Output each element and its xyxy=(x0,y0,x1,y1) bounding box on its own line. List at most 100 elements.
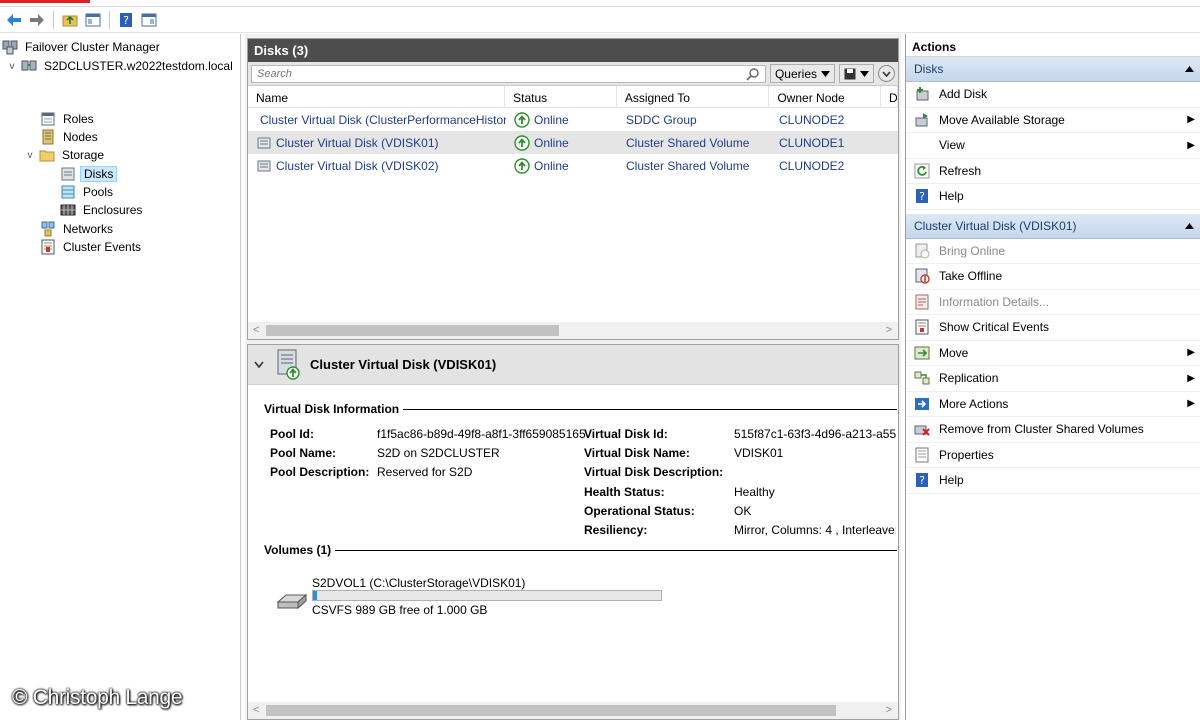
action-bring-online[interactable]: Bring Online xyxy=(906,239,1200,264)
action-refresh[interactable]: Refresh xyxy=(906,159,1200,184)
action-label: Refresh xyxy=(939,163,982,178)
console-frame: Failover Cluster Manager v S2DCLUSTER.w2… xyxy=(0,34,1200,720)
toolbar: ? xyxy=(0,7,1200,33)
enclosures-icon xyxy=(60,204,76,216)
table-row-selected[interactable]: Cluster Virtual Disk (VDISK01) Online Cl… xyxy=(248,131,898,154)
group-title: Disks xyxy=(914,62,944,76)
section-title: Virtual Disk Information xyxy=(264,402,400,416)
disk-name: Cluster Virtual Disk (ClusterPerformance… xyxy=(260,112,506,127)
details-header[interactable]: Cluster Virtual Disk (VDISK01) xyxy=(248,345,898,385)
action-properties[interactable]: Properties xyxy=(906,443,1200,468)
action-information-details[interactable]: Information Details... xyxy=(906,290,1200,315)
tree-item-label: Networks xyxy=(63,222,114,236)
action-move[interactable]: Move ▶ xyxy=(906,341,1200,366)
disk-owner-node: CLUNODE1 xyxy=(779,135,845,150)
networks-icon xyxy=(41,221,55,237)
online-status-icon xyxy=(514,134,530,151)
save-query-button[interactable] xyxy=(839,64,874,83)
column-header-name[interactable]: Name xyxy=(248,86,506,107)
collapse-caret-icon[interactable] xyxy=(1185,222,1194,229)
scroll-left-icon[interactable]: < xyxy=(253,704,259,716)
action-help-disk[interactable]: ? Help xyxy=(906,468,1200,494)
horizontal-scrollbar[interactable]: < > xyxy=(248,322,898,339)
volume-usage-fill xyxy=(313,591,318,600)
scrollbar-thumb[interactable] xyxy=(266,705,836,716)
disks-panel: Disks (3) Queries xyxy=(247,38,899,340)
tree-item-label: Cluster Events xyxy=(63,240,142,254)
volume-name[interactable]: S2DVOL1 (C:\ClusterStorage\VDISK01) xyxy=(312,576,525,590)
details-horizontal-scrollbar[interactable]: < > xyxy=(248,702,898,719)
action-show-critical-events[interactable]: Show Critical Events xyxy=(906,315,1200,341)
action-take-offline[interactable]: Take Offline xyxy=(906,264,1200,290)
table-row[interactable]: Cluster Virtual Disk (VDISK02) Online Cl… xyxy=(248,154,898,177)
dropdown-arrow-icon xyxy=(860,70,869,77)
action-label: Help xyxy=(939,473,964,488)
back-arrow-icon xyxy=(7,13,21,26)
tree-item-failover-cluster-manager[interactable]: Failover Cluster Manager xyxy=(2,38,163,56)
action-add-disk[interactable]: Add Disk xyxy=(906,82,1200,108)
more-actions-icon xyxy=(915,397,929,410)
disk-name: Cluster Virtual Disk (VDISK01) xyxy=(276,135,439,150)
tree-item-roles[interactable]: Roles xyxy=(40,110,97,128)
search-input[interactable] xyxy=(257,67,657,80)
action-view[interactable]: View ▶ xyxy=(906,133,1200,159)
collapse-arrow-icon[interactable]: v xyxy=(24,150,36,161)
back-button[interactable] xyxy=(4,10,24,30)
column-header-status[interactable]: Status xyxy=(505,86,617,107)
column-header-d[interactable]: D xyxy=(881,86,899,107)
storage-folder-icon xyxy=(39,150,55,162)
scroll-right-icon[interactable]: > xyxy=(886,704,892,716)
show-hide-tree-button[interactable] xyxy=(83,10,103,30)
forward-button[interactable] xyxy=(27,10,47,30)
title-strip xyxy=(0,0,1200,7)
tree-item-networks[interactable]: Networks xyxy=(40,220,116,238)
svg-text:?: ? xyxy=(919,190,925,203)
svg-text:?: ? xyxy=(123,14,129,27)
help-icon: ? xyxy=(120,12,132,27)
action-more-actions[interactable]: More Actions ▶ xyxy=(906,392,1200,417)
action-help[interactable]: ? Help xyxy=(906,184,1200,210)
scroll-right-icon[interactable]: > xyxy=(886,324,892,336)
virtual-disk-icon xyxy=(257,137,271,148)
column-header-owner-node[interactable]: Owner Node xyxy=(769,86,882,107)
up-folder-button[interactable] xyxy=(60,10,80,30)
resiliency-value: Mirror, Columns: 4 , Interleave: 25 xyxy=(734,523,896,537)
action-replication[interactable]: Replication ▶ xyxy=(906,366,1200,392)
collapse-panel-button[interactable] xyxy=(878,65,895,82)
group-title: Cluster Virtual Disk (VDISK01) xyxy=(914,218,1077,233)
show-hide-action-pane-button[interactable] xyxy=(139,10,159,30)
remove-icon xyxy=(914,425,930,436)
column-header-assigned-to[interactable]: Assigned To xyxy=(617,86,770,107)
pool-id-label: Pool Id: xyxy=(270,427,314,441)
console-tree: Failover Cluster Manager v S2DCLUSTER.w2… xyxy=(0,34,241,720)
tree-item-storage[interactable]: v Storage xyxy=(24,146,107,164)
actions-group-virtual-disk[interactable]: Cluster Virtual Disk (VDISK01) xyxy=(906,213,1200,239)
tree-item-enclosures[interactable]: Enclosures xyxy=(60,201,145,219)
tree-item-pools[interactable]: Pools xyxy=(60,183,116,201)
help-toolbar-button[interactable]: ? xyxy=(116,10,136,30)
queries-button[interactable]: Queries xyxy=(769,64,835,83)
collapse-caret-icon[interactable] xyxy=(1185,66,1194,72)
collapse-chevron-icon[interactable] xyxy=(254,361,264,368)
table-header: Name Status Assigned To Owner Node D xyxy=(248,86,899,108)
search-box[interactable] xyxy=(251,64,766,83)
tree-item-cluster[interactable]: v S2DCLUSTER.w2022testdom.local xyxy=(6,57,236,75)
tree-item-nodes[interactable]: Nodes xyxy=(40,128,101,146)
tree-item-disks[interactable]: Disks xyxy=(60,165,118,183)
volume-free-space: CSVFS 989 GB free of 1.000 GB xyxy=(312,603,488,617)
search-icon[interactable] xyxy=(746,67,760,81)
tree-item-cluster-events[interactable]: Cluster Events xyxy=(40,238,144,256)
scrollbar-thumb[interactable] xyxy=(266,325,559,336)
actions-group-disks[interactable]: Disks xyxy=(906,57,1200,82)
tree-item-label: Failover Cluster Manager xyxy=(25,40,160,54)
table-row[interactable]: Cluster Virtual Disk (ClusterPerformance… xyxy=(248,108,898,131)
action-move-available-storage[interactable]: Move Available Storage ▶ xyxy=(906,108,1200,133)
disk-status: Online xyxy=(534,135,569,150)
resiliency-label: Resiliency: xyxy=(584,523,648,537)
collapse-arrow-icon[interactable]: v xyxy=(6,61,18,72)
action-remove-from-csv[interactable]: Remove from Cluster Shared Volumes xyxy=(906,417,1200,443)
operational-status-label: Operational Status: xyxy=(584,504,695,518)
submenu-arrow-icon: ▶ xyxy=(1187,372,1195,384)
scroll-left-icon[interactable]: < xyxy=(253,324,259,336)
pool-description-label: Pool Description: xyxy=(270,465,370,479)
